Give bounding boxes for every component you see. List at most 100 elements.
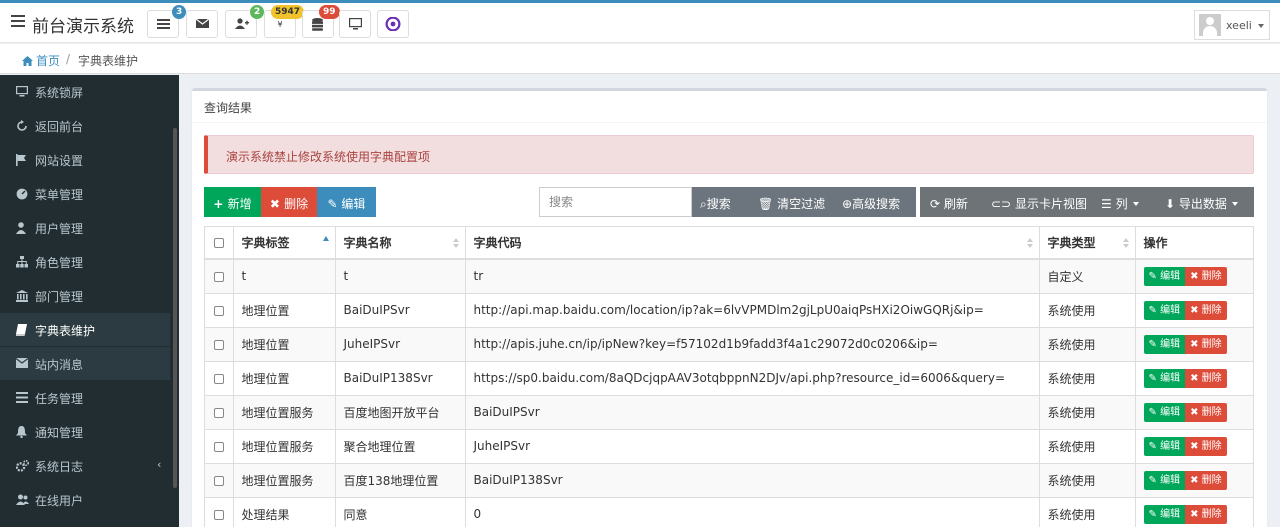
cell-actions: ✎ 编辑 ✖ 删除 bbox=[1135, 395, 1253, 429]
export-button[interactable]: ⬇ 导出数据 bbox=[1165, 195, 1238, 212]
row-select-cell bbox=[205, 327, 234, 361]
sidebar-item-department-management[interactable]: 部门管理 bbox=[0, 279, 170, 312]
column-header-name[interactable]: 字典名称 bbox=[335, 227, 466, 260]
column-header-text: 操作 bbox=[1143, 236, 1168, 250]
columns-button[interactable]: ☰ 列 bbox=[1101, 195, 1139, 212]
sidebar-item-role-management[interactable]: 角色管理 bbox=[0, 245, 170, 278]
row-delete-label: 删除 bbox=[1201, 440, 1222, 452]
tasks-button[interactable]: 3 bbox=[147, 5, 187, 38]
panel-header: 查询结果 bbox=[192, 91, 1267, 123]
table-tools-group: ⟳ 刷新 ⊂⊃ 显示卡片视图 ☰ 列 ⬇ 导出数据 bbox=[920, 187, 1254, 217]
user-menu[interactable]: xeeli bbox=[1194, 10, 1270, 40]
advanced-search-button[interactable]: ⊕高级搜索 bbox=[842, 195, 900, 212]
row-checkbox[interactable] bbox=[213, 475, 224, 486]
sort-asc-icon bbox=[322, 236, 329, 241]
search-input[interactable] bbox=[539, 187, 692, 217]
sidebar-item-site-messages[interactable]: 站内消息 bbox=[0, 347, 170, 380]
card-view-button[interactable]: ⊂⊃ 显示卡片视图 bbox=[991, 195, 1087, 212]
row-edit-button[interactable]: ✎ 编辑 bbox=[1143, 334, 1186, 354]
chevron-down-icon bbox=[1258, 24, 1264, 28]
sidebar-item-label: 在线用户 bbox=[35, 494, 84, 508]
row-checkbox[interactable] bbox=[213, 509, 224, 520]
row-delete-button[interactable]: ✖ 删除 bbox=[1185, 334, 1227, 354]
row-delete-button[interactable]: ✖ 删除 bbox=[1185, 402, 1227, 422]
edit-icon: ✎ bbox=[1148, 508, 1157, 520]
screen-button[interactable] bbox=[339, 10, 371, 38]
sidebar-item-lock-screen[interactable]: 系统锁屏 bbox=[0, 75, 170, 108]
column-header-code[interactable]: 字典代码 bbox=[465, 227, 1040, 260]
row-edit-label: 编辑 bbox=[1160, 338, 1181, 350]
app-logo-button[interactable] bbox=[377, 10, 409, 38]
refresh-button[interactable]: ⟳ 刷新 bbox=[930, 195, 968, 212]
row-checkbox[interactable] bbox=[213, 305, 224, 316]
select-all-checkbox[interactable] bbox=[213, 238, 224, 248]
row-edit-button[interactable]: ✎ 编辑 bbox=[1143, 368, 1186, 388]
cell-type: 系统使用 bbox=[1039, 497, 1136, 527]
sidebar-item-label: 角色管理 bbox=[35, 256, 84, 270]
table-row: 地理位置 JuheIPSvr http://apis.juhe.cn/ip/ip… bbox=[205, 327, 1253, 361]
row-checkbox[interactable] bbox=[213, 407, 224, 418]
column-header-label[interactable]: 字典标签 bbox=[233, 227, 336, 260]
app-title[interactable]: 前台演示系统 bbox=[32, 12, 134, 37]
sidebar-item-label: 部门管理 bbox=[35, 290, 84, 304]
edit-icon: ✎ bbox=[1148, 372, 1157, 384]
sidebar-item-task-management[interactable]: 任务管理 bbox=[0, 381, 170, 414]
row-delete-button[interactable]: ✖ 删除 bbox=[1185, 266, 1227, 286]
row-checkbox[interactable] bbox=[213, 339, 224, 350]
friend-requests-button[interactable]: 2 bbox=[225, 5, 265, 38]
row-delete-button[interactable]: ✖ 删除 bbox=[1185, 436, 1227, 456]
row-delete-button[interactable]: ✖ 删除 bbox=[1185, 300, 1227, 320]
column-header-type[interactable]: 字典类型 bbox=[1039, 227, 1136, 260]
row-edit-button[interactable]: ✎ 编辑 bbox=[1143, 504, 1186, 524]
row-delete-label: 删除 bbox=[1201, 338, 1222, 350]
row-edit-button[interactable]: ✎ 编辑 bbox=[1143, 470, 1186, 490]
row-checkbox[interactable] bbox=[213, 271, 224, 282]
user-name: xeeli bbox=[1226, 19, 1252, 32]
toggle-icon: ⊂⊃ bbox=[991, 197, 1015, 211]
edit-button[interactable]: ✎ 编辑 bbox=[317, 187, 376, 217]
row-delete-label: 删除 bbox=[1201, 474, 1222, 486]
row-edit-button[interactable]: ✎ 编辑 bbox=[1143, 402, 1186, 422]
messages-button[interactable] bbox=[186, 10, 218, 38]
balance-button[interactable]: ¥ 5947 bbox=[264, 5, 305, 38]
row-edit-button[interactable]: ✎ 编辑 bbox=[1143, 300, 1186, 320]
row-checkbox[interactable] bbox=[213, 373, 224, 384]
sidebar-item-system-log[interactable]: 系统日志 ‹ bbox=[0, 449, 170, 482]
breadcrumb: 首页 / 字典表维护 bbox=[0, 44, 1280, 74]
user-add-icon bbox=[235, 18, 249, 29]
sidebar-item-online-users[interactable]: 在线用户 bbox=[0, 483, 170, 516]
sidebar-item-dictionary-maintenance[interactable]: 字典表维护 bbox=[0, 313, 170, 346]
breadcrumb-separator: / bbox=[66, 52, 71, 66]
clear-filter-button[interactable]: 🗑 清空过滤 bbox=[758, 195, 825, 212]
table-row: 地理位置 BaiDuIPSvr http://api.map.baidu.com… bbox=[205, 293, 1253, 327]
sidebar-item-menu-management[interactable]: 菜单管理 bbox=[0, 177, 170, 210]
times-icon: ✖ bbox=[1190, 474, 1199, 486]
dashboard-icon bbox=[16, 188, 28, 200]
sidebar-item-notice-management[interactable]: 通知管理 bbox=[0, 415, 170, 448]
table-row: t t tr 自定义 ✎ 编辑 ✖ 删除 bbox=[205, 259, 1253, 293]
add-button[interactable]: + 新增 bbox=[204, 187, 261, 217]
sidebar-scrollbar[interactable] bbox=[173, 128, 177, 488]
breadcrumb-home-link[interactable]: 首页 bbox=[22, 52, 60, 69]
cell-code: JuheIPSvr bbox=[465, 429, 1040, 463]
row-delete-button[interactable]: ✖ 删除 bbox=[1185, 504, 1227, 524]
bell-icon bbox=[16, 426, 27, 438]
row-edit-label: 编辑 bbox=[1160, 474, 1181, 486]
edit-label: 编辑 bbox=[341, 197, 366, 211]
row-delete-button[interactable]: ✖ 删除 bbox=[1185, 368, 1227, 388]
search-button[interactable]: ⌕搜索 bbox=[700, 195, 731, 212]
row-edit-button[interactable]: ✎ 编辑 bbox=[1143, 266, 1186, 286]
sidebar-item-site-settings[interactable]: 网站设置 bbox=[0, 143, 170, 176]
balance-badge: 5947 bbox=[271, 5, 305, 19]
row-delete-button[interactable]: ✖ 删除 bbox=[1185, 470, 1227, 490]
delete-button[interactable]: ✖ 删除 bbox=[261, 187, 317, 217]
database-button[interactable]: 99 bbox=[302, 5, 340, 38]
sidebar-item-label: 用户管理 bbox=[35, 222, 84, 236]
monitor-icon bbox=[16, 86, 28, 97]
cell-name: 聚合地理位置 bbox=[335, 429, 466, 463]
menu-toggle-icon[interactable] bbox=[11, 15, 25, 27]
row-checkbox[interactable] bbox=[213, 441, 224, 452]
sidebar-item-back-frontend[interactable]: 返回前台 bbox=[0, 109, 170, 142]
row-edit-button[interactable]: ✎ 编辑 bbox=[1143, 436, 1186, 456]
sidebar-item-user-management[interactable]: 用户管理 bbox=[0, 211, 170, 244]
